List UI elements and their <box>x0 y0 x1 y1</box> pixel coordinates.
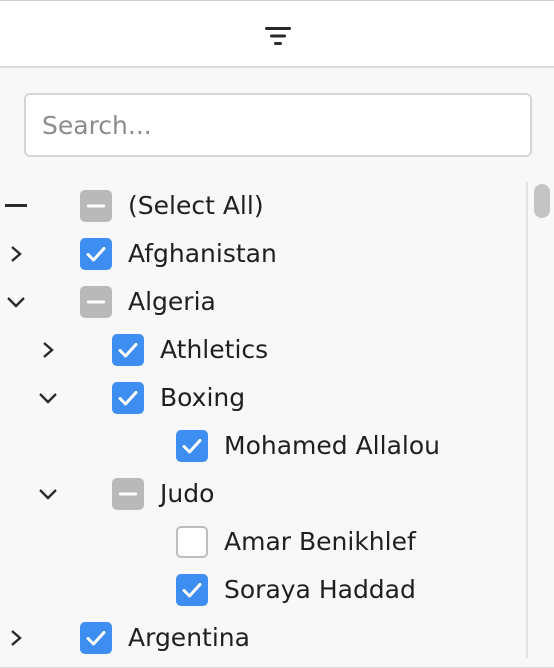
filter-tree: (Select All) Afghanistan Algeria Athleti… <box>0 182 526 668</box>
chevron-right-icon[interactable] <box>0 238 32 270</box>
tree-row-argentina[interactable]: Argentina <box>0 614 526 662</box>
chevron-down-icon[interactable] <box>32 382 64 414</box>
tree-row-amar-benikhlef[interactable]: Amar Benikhlef <box>0 518 526 566</box>
scrollbar-track[interactable] <box>526 182 528 658</box>
checkbox-athletics[interactable] <box>112 334 144 366</box>
tree-label-afghanistan: Afghanistan <box>128 239 277 268</box>
tree-row-boxing[interactable]: Boxing <box>0 374 526 422</box>
checkbox-select-all[interactable] <box>80 190 112 222</box>
tree-label-algeria: Algeria <box>128 287 216 316</box>
tree-row-judo[interactable]: Judo <box>0 470 526 518</box>
tree-label-soraya-haddad: Soraya Haddad <box>224 575 416 604</box>
checkbox-mohamed-allalou[interactable] <box>176 430 208 462</box>
chevron-right-icon[interactable] <box>32 334 64 366</box>
filter-panel: (Select All) Afghanistan Algeria <box>0 0 554 668</box>
checkbox-argentina[interactable] <box>80 622 112 654</box>
filter-header <box>0 0 554 68</box>
scrollbar-thumb[interactable] <box>534 184 550 218</box>
tree-label-mohamed-allalou: Mohamed Allalou <box>224 431 440 460</box>
search-box <box>24 93 532 157</box>
tree-row-algeria[interactable]: Algeria <box>0 278 526 326</box>
search-input[interactable] <box>26 95 530 155</box>
chevron-down-icon[interactable] <box>32 478 64 510</box>
tree-row-select-all[interactable]: (Select All) <box>0 182 526 230</box>
checkbox-soraya-haddad[interactable] <box>176 574 208 606</box>
chevron-down-icon[interactable] <box>0 286 32 318</box>
chevron-right-icon[interactable] <box>0 622 32 654</box>
checkbox-boxing[interactable] <box>112 382 144 414</box>
tree-label-select-all: (Select All) <box>128 191 264 220</box>
tree-label-amar-benikhlef: Amar Benikhlef <box>224 527 416 556</box>
tree-label-boxing: Boxing <box>160 383 246 412</box>
minus-icon[interactable] <box>0 190 32 222</box>
tree-row-athletics[interactable]: Athletics <box>0 326 526 374</box>
tree-row-mohamed-allalou[interactable]: Mohamed Allalou <box>0 422 526 470</box>
checkbox-amar-benikhlef[interactable] <box>176 526 208 558</box>
checkbox-afghanistan[interactable] <box>80 238 112 270</box>
filter-lines-icon[interactable] <box>264 25 292 47</box>
checkbox-judo[interactable] <box>112 478 144 510</box>
tree-label-judo: Judo <box>160 479 215 508</box>
tree-label-argentina: Argentina <box>128 623 250 652</box>
tree-row-soraya-haddad[interactable]: Soraya Haddad <box>0 566 526 614</box>
tree-row-afghanistan[interactable]: Afghanistan <box>0 230 526 278</box>
tree-label-athletics: Athletics <box>160 335 269 364</box>
checkbox-algeria[interactable] <box>80 286 112 318</box>
